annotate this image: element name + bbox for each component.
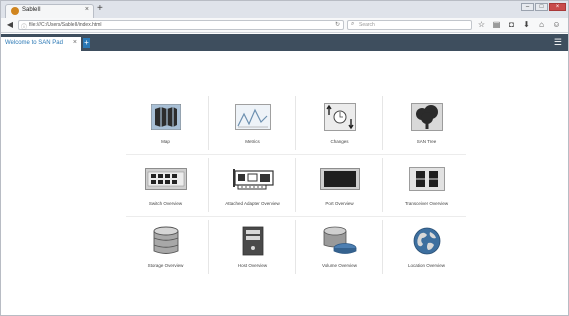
page-info-icon[interactable]: ⓘ — [21, 22, 27, 31]
back-arrow-icon[interactable]: ◀ — [5, 20, 15, 30]
tile-map[interactable]: Map — [122, 92, 209, 152]
tile-storage-overview[interactable]: Storage Overview — [122, 216, 209, 276]
metrics-chart-icon — [227, 100, 278, 134]
star-icon[interactable]: ☆ — [477, 20, 486, 30]
volume-icon — [314, 224, 365, 258]
tile-transceiver-overview[interactable]: Transceiver Overview — [383, 154, 470, 214]
tile-san-tree[interactable]: SAN Tree — [383, 92, 470, 152]
storage-database-icon — [140, 224, 191, 258]
port-icon — [314, 162, 365, 196]
pocket-icon[interactable]: ◘ — [507, 20, 516, 30]
reading-list-icon[interactable]: ▤ — [492, 20, 501, 30]
host-server-icon — [227, 224, 278, 258]
tile-label: Transceiver Overview — [404, 201, 449, 206]
url-text: file:///C:/Users/SableII/index.html — [29, 22, 102, 28]
tile-label: SAN Tree — [416, 139, 437, 144]
search-placeholder: Search — [359, 22, 375, 28]
tile-metrics[interactable]: Metrics — [209, 92, 296, 152]
tile-label: Port Overview — [325, 201, 354, 206]
maximize-button[interactable]: □ — [535, 3, 548, 11]
tile-changes[interactable]: Changes — [296, 92, 383, 152]
tile-label: Attached Adapter Overview — [225, 201, 280, 206]
map-icon — [140, 100, 191, 134]
smile-icon[interactable]: ☺ — [552, 20, 561, 30]
tile-label: Changes — [330, 139, 349, 144]
app-tab-label: Welcome to SAN Pad — [5, 40, 63, 46]
tile-label: Map — [161, 139, 170, 144]
browser-tab-strip: SableII × + – □ × — [1, 1, 568, 18]
switch-icon — [140, 162, 191, 196]
tile-label: Switch Overview — [148, 201, 183, 206]
changes-icon — [314, 100, 365, 134]
browser-tab[interactable]: SableII × — [5, 4, 94, 18]
tile-attached-adapter-overview[interactable]: Attached Adapter Overview — [209, 154, 296, 214]
add-tab-button[interactable]: + — [83, 38, 90, 48]
app-header: Welcome to SAN Pad × + ☰ — [1, 34, 568, 51]
browser-tab-title: SableII — [22, 7, 41, 13]
favicon-icon — [11, 7, 19, 15]
search-icon: ⌕ — [351, 21, 355, 27]
globe-icon — [401, 224, 452, 258]
navigation-bar: ◀ ⓘ file:///C:/Users/SableII/index.html … — [1, 18, 568, 33]
app-tab-close-icon[interactable]: × — [73, 39, 77, 46]
adapter-card-icon — [227, 162, 278, 196]
tile-label: Host Overview — [237, 263, 268, 268]
download-icon[interactable]: ⬇ — [522, 20, 531, 30]
transceiver-icon — [401, 162, 452, 196]
tile-volume-overview[interactable]: Volume Overview — [296, 216, 383, 276]
overview-tile-grid: Map Metrics Changes SAN Tree Switch Over… — [122, 92, 470, 274]
tile-port-overview[interactable]: Port Overview — [296, 154, 383, 214]
tile-label: Storage Overview — [147, 263, 184, 268]
minimize-button[interactable]: – — [521, 3, 534, 11]
search-input[interactable]: ⌕ Search — [347, 20, 472, 30]
app-tab-welcome[interactable]: Welcome to SAN Pad × — [1, 37, 81, 51]
new-tab-button[interactable]: + — [97, 4, 103, 14]
browser-tab-close-icon[interactable]: × — [85, 6, 89, 13]
tile-host-overview[interactable]: Host Overview — [209, 216, 296, 276]
tree-icon — [401, 100, 452, 134]
tile-switch-overview[interactable]: Switch Overview — [122, 154, 209, 214]
hamburger-menu-icon[interactable]: ☰ — [554, 38, 562, 47]
home-icon[interactable]: ⌂ — [537, 20, 546, 30]
window-controls: – □ × — [521, 3, 566, 11]
tile-label: Location Overview — [407, 263, 446, 268]
tile-label: Volume Overview — [321, 263, 357, 268]
address-bar[interactable]: ⓘ file:///C:/Users/SableII/index.html ↻ — [18, 20, 344, 31]
close-window-button[interactable]: × — [549, 3, 566, 11]
browser-toolbar: ☆ ▤ ◘ ⬇ ⌂ ☺ ≡ — [477, 20, 569, 30]
reload-icon[interactable]: ↻ — [335, 21, 340, 28]
tile-location-overview[interactable]: Location Overview — [383, 216, 470, 276]
tile-label: Metrics — [245, 139, 260, 144]
browser-window: SableII × + – □ × ◀ ⓘ file:///C:/Users/S… — [0, 0, 569, 316]
